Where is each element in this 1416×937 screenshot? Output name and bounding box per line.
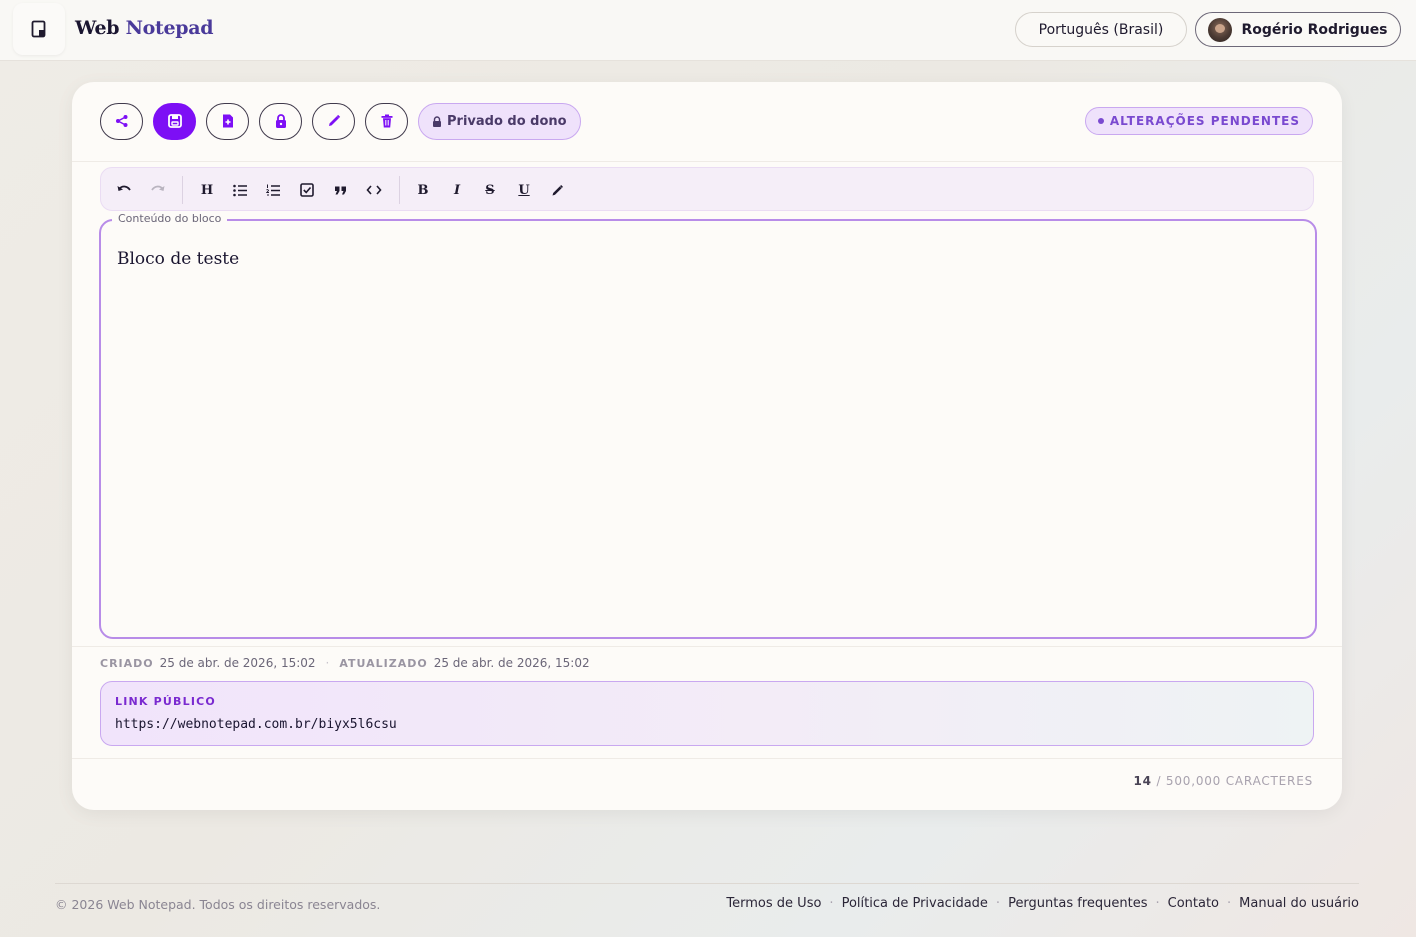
lock-icon	[433, 115, 441, 127]
editor-area[interactable]: Conteúdo do bloco Bloco de teste	[99, 212, 1317, 639]
trash-icon	[381, 114, 392, 128]
status-badge: ALTERAÇÕES PENDENTES	[1084, 107, 1313, 135]
file-plus-icon	[222, 114, 233, 128]
lock-button[interactable]	[259, 102, 302, 140]
marker-icon	[552, 184, 563, 195]
divider	[72, 758, 1342, 759]
action-bar: Privado do dono	[100, 102, 581, 140]
floppy-disk-icon	[167, 114, 182, 128]
share-button[interactable]	[100, 102, 143, 140]
status-dot	[1097, 118, 1104, 124]
user-name: Rogério Rodrigues	[1241, 21, 1388, 38]
lock-icon	[275, 114, 286, 128]
editor-legend: Conteúdo do bloco	[112, 212, 228, 225]
public-link-box: LINK PÚBLICO https://webnotepad.com.br/b…	[100, 681, 1314, 746]
updated-label: ATUALIZADO	[339, 656, 428, 670]
code-icon	[366, 185, 382, 195]
bullet-list-button[interactable]	[228, 178, 252, 202]
separator-dot: ·	[829, 896, 834, 911]
public-link-url[interactable]: https://webnotepad.com.br/biyx5l6csu	[115, 717, 397, 732]
copyright: © 2026 Web Notepad. Todos os direitos re…	[55, 897, 381, 912]
created-value: 25 de abr. de 2026, 15:02	[159, 656, 316, 670]
quote-button[interactable]	[328, 178, 352, 202]
share-icon	[115, 115, 127, 127]
separator-dot: ·	[1155, 896, 1160, 911]
redo-button[interactable]	[146, 178, 170, 202]
rename-button[interactable]	[312, 102, 355, 140]
numbered-list-icon	[265, 184, 280, 196]
save-button[interactable]	[153, 102, 196, 140]
new-file-button[interactable]	[206, 102, 249, 140]
checkbox-icon	[300, 183, 314, 197]
delete-button[interactable]	[365, 102, 408, 140]
separator-dot: ·	[325, 656, 330, 670]
created-label: CRIADO	[100, 656, 154, 670]
brand-name[interactable]: Web Notepad	[75, 17, 214, 39]
divider	[72, 161, 1342, 162]
italic-button[interactable]: I	[445, 178, 469, 202]
public-link-label: LINK PÚBLICO	[115, 695, 216, 708]
footer-link-faq[interactable]: Perguntas frequentes	[1008, 896, 1147, 911]
code-button[interactable]	[362, 178, 386, 202]
footer-link-terms[interactable]: Termos de Uso	[726, 896, 821, 911]
pencil-icon	[328, 114, 340, 126]
footer-link-contact[interactable]: Contato	[1168, 896, 1219, 911]
updated-value: 25 de abr. de 2026, 15:02	[433, 656, 590, 670]
highlight-button[interactable]	[545, 178, 569, 202]
character-count: 14	[1133, 774, 1152, 788]
notepad-icon	[31, 20, 46, 38]
quote-icon	[334, 186, 346, 194]
strikethrough-button[interactable]: S	[478, 178, 502, 202]
footer-link-privacy[interactable]: Política de Privacidade	[842, 896, 988, 911]
underline-button[interactable]: U	[512, 178, 536, 202]
divider	[72, 646, 1342, 647]
footer-divider	[55, 883, 1359, 884]
toolbar-separator	[399, 176, 400, 204]
toolbar-separator	[182, 176, 183, 204]
redo-icon	[151, 185, 165, 191]
logo[interactable]	[13, 3, 65, 55]
heading-button[interactable]: H	[195, 178, 219, 202]
undo-icon	[117, 185, 131, 191]
numbered-list-button[interactable]	[261, 178, 285, 202]
character-counter: 14 / 500,000 CARACTERES	[1134, 774, 1314, 788]
separator-dot: ·	[1227, 896, 1232, 911]
timestamps: CRIADO 25 de abr. de 2026, 15:02 · ATUAL…	[100, 656, 590, 670]
character-limit: / 500,000 CARACTERES	[1156, 774, 1313, 788]
avatar	[1208, 17, 1233, 42]
checklist-button[interactable]	[295, 178, 319, 202]
editor-content[interactable]: Bloco de teste	[117, 249, 239, 269]
language-label: Português (Brasil)	[1038, 21, 1164, 38]
privacy-label: Privado do dono	[447, 113, 567, 129]
footer-links: Termos de Uso · Política de Privacidade …	[726, 896, 1359, 911]
footer-link-manual[interactable]: Manual do usuário	[1239, 896, 1359, 911]
formatting-toolbar: H B I S U	[100, 167, 1314, 211]
undo-button[interactable]	[112, 178, 136, 202]
notepad-card: Privado do dono ALTERAÇÕES PENDENTES H B…	[72, 82, 1342, 810]
bullet-list-icon	[232, 184, 247, 196]
separator-dot: ·	[995, 896, 1001, 911]
user-menu-button[interactable]: Rogério Rodrigues	[1195, 12, 1401, 47]
privacy-badge[interactable]: Privado do dono	[418, 102, 581, 140]
top-bar: Web Notepad Português (Brasil) Rogério R…	[0, 0, 1416, 61]
status-label: ALTERAÇÕES PENDENTES	[1109, 114, 1300, 128]
bold-button[interactable]: B	[411, 178, 435, 202]
language-selector[interactable]: Português (Brasil)	[1015, 12, 1187, 47]
